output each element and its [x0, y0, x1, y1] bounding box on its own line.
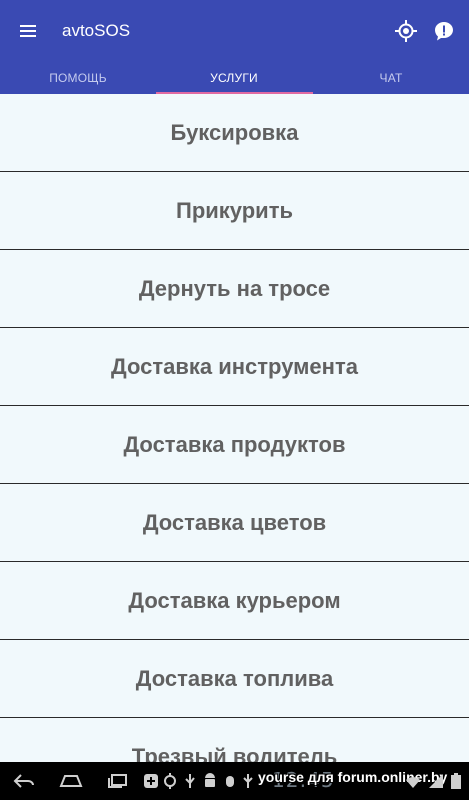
service-item-flower-delivery[interactable]: Доставка цветов — [0, 484, 469, 562]
toolbar: avtoSOS — [0, 0, 469, 62]
system-navigation-bar: 12:45 yourse для forum.onliner.by — [0, 762, 469, 800]
hamburger-menu-icon — [20, 25, 36, 37]
recent-apps-button[interactable] — [104, 769, 132, 793]
recent-apps-icon — [108, 774, 127, 788]
service-item-courier-delivery[interactable]: Доставка курьером — [0, 562, 469, 640]
service-item-towing[interactable]: Буксировка — [0, 94, 469, 172]
back-arrow-icon — [13, 774, 34, 788]
service-item-sober-driver[interactable]: Трезвый водитель — [0, 718, 469, 762]
app-bar: avtoSOS ПОМОЩЬ УСЛУГИ ЧАТ — [0, 0, 469, 94]
tab-bar: ПОМОЩЬ УСЛУГИ ЧАТ — [0, 62, 469, 94]
services-list[interactable]: Буксировка Прикурить Дернуть на тросе До… — [0, 94, 469, 762]
service-item-jump-start[interactable]: Прикурить — [0, 172, 469, 250]
tab-services[interactable]: УСЛУГИ — [156, 62, 312, 94]
service-item-tow-pull[interactable]: Дернуть на тросе — [0, 250, 469, 328]
signal-icon — [428, 773, 444, 789]
home-icon — [59, 775, 83, 787]
service-item-fuel-delivery[interactable]: Доставка топлива — [0, 640, 469, 718]
usb-debug-icon — [240, 773, 256, 789]
tab-help[interactable]: ПОМОЩЬ — [0, 62, 156, 94]
tab-chat[interactable]: ЧАТ — [313, 62, 469, 94]
usb-icon — [182, 773, 198, 789]
bug-icon — [222, 773, 238, 789]
location-button[interactable] — [392, 17, 420, 45]
service-item-tool-delivery[interactable]: Доставка инструмента — [0, 328, 469, 406]
back-button[interactable] — [10, 769, 38, 793]
android-icon — [202, 773, 218, 789]
location-status-icon — [162, 773, 178, 789]
menu-button[interactable] — [14, 17, 42, 45]
add-notification-icon — [143, 773, 159, 789]
alert-bubble-icon — [435, 22, 453, 41]
alert-button[interactable] — [430, 17, 458, 45]
battery-icon — [448, 773, 464, 789]
wifi-icon — [405, 773, 421, 789]
gps-location-icon — [395, 20, 417, 42]
home-button[interactable] — [57, 769, 85, 793]
service-item-grocery-delivery[interactable]: Доставка продуктов — [0, 406, 469, 484]
app-title: avtoSOS — [62, 21, 131, 40]
